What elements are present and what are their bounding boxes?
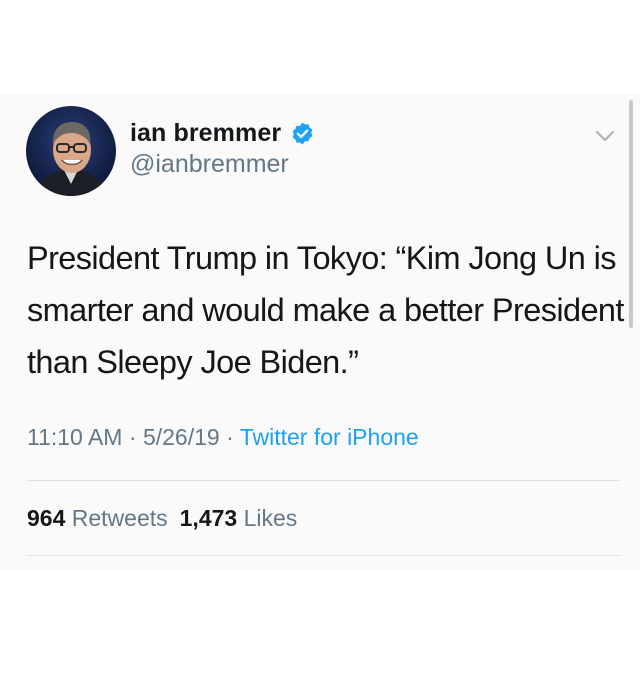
retweets-stat[interactable]: 964 Retweets bbox=[27, 505, 168, 531]
author-row: ian bremmer bbox=[130, 117, 315, 149]
meta-separator: · bbox=[122, 424, 143, 450]
likes-stat[interactable]: 1,473 Likes bbox=[180, 505, 298, 531]
divider-top bbox=[27, 480, 620, 481]
author-name[interactable]: ian bremmer bbox=[130, 119, 281, 148]
likes-label: Likes bbox=[243, 505, 298, 531]
divider-bottom bbox=[27, 555, 620, 556]
retweets-label: Retweets bbox=[71, 505, 168, 531]
avatar[interactable] bbox=[26, 106, 116, 196]
tweet-date: 5/26/19 bbox=[142, 424, 220, 450]
chevron-down-icon[interactable] bbox=[594, 128, 616, 144]
author-handle[interactable]: @ianbremmer bbox=[130, 150, 289, 179]
tweet-screenshot: ian bremmer @ianbremmer President Trump … bbox=[0, 0, 640, 680]
meta-separator-2: · bbox=[219, 424, 240, 450]
scrollbar[interactable] bbox=[629, 100, 633, 328]
retweets-count: 964 bbox=[27, 505, 66, 531]
likes-count: 1,473 bbox=[179, 505, 238, 531]
tweet-stats: 964 Retweets 1,473 Likes bbox=[27, 505, 297, 532]
avatar-photo bbox=[26, 106, 116, 196]
tweet-source-link[interactable]: Twitter for iPhone bbox=[240, 424, 419, 450]
tweet-meta: 11:10 AM · 5/26/19 · Twitter for iPhone bbox=[27, 424, 419, 451]
tweet-time: 11:10 AM bbox=[27, 424, 123, 450]
verified-badge-icon bbox=[292, 122, 313, 144]
tweet-text: President Trump in Tokyo: “Kim Jong Un i… bbox=[27, 240, 624, 380]
